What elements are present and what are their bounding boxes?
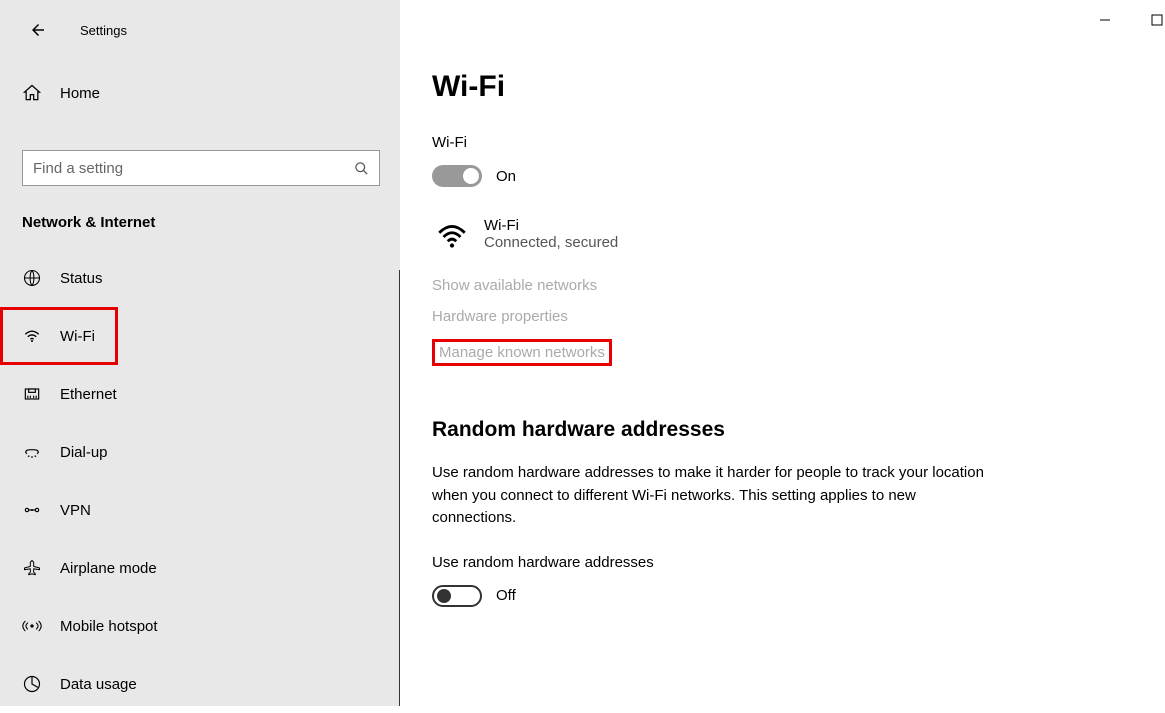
titlebar: Settings <box>0 0 400 48</box>
network-status: Connected, secured <box>484 234 618 251</box>
maximize-button[interactable] <box>1149 12 1165 28</box>
settings-sidebar: Settings Home Network & Internet Status … <box>0 0 400 706</box>
link-hardware-properties[interactable]: Hardware properties <box>432 308 1125 325</box>
vpn-icon <box>22 500 42 520</box>
random-hw-toggle-label: Use random hardware addresses <box>432 554 1125 571</box>
home-nav-item[interactable]: Home <box>0 70 400 116</box>
nav-item-status[interactable]: Status <box>0 249 400 307</box>
current-network-row[interactable]: Wi-Fi Connected, secured <box>432 217 1125 257</box>
home-icon <box>22 83 42 103</box>
search-icon <box>354 161 369 176</box>
minimize-button[interactable] <box>1097 12 1113 28</box>
globe-icon <box>22 268 42 288</box>
nav-dialup-label: Dial-up <box>60 444 108 461</box>
wifi-toggle-row: On <box>432 165 1125 187</box>
nav-ethernet-label: Ethernet <box>60 386 117 403</box>
random-hw-toggle[interactable] <box>432 585 482 607</box>
nav-item-datausage[interactable]: Data usage <box>0 655 400 713</box>
nav-wifi-label: Wi-Fi <box>60 328 95 345</box>
main-content: Wi-Fi Wi-Fi On Wi-Fi Connected, secured … <box>400 0 1165 706</box>
wifi-toggle[interactable] <box>432 165 482 187</box>
link-show-available-networks[interactable]: Show available networks <box>432 277 1125 294</box>
window-controls <box>1097 12 1165 28</box>
nav-item-hotspot[interactable]: Mobile hotspot <box>0 597 400 655</box>
back-button[interactable] <box>26 18 50 42</box>
wifi-signal-icon <box>432 217 472 257</box>
ethernet-icon <box>22 384 42 404</box>
nav-item-vpn[interactable]: VPN <box>0 481 400 539</box>
random-hw-toggle-state: Off <box>496 587 516 604</box>
arrow-left-icon <box>29 21 47 39</box>
wifi-toggle-label: Wi-Fi <box>432 134 1125 151</box>
nav-status-label: Status <box>60 270 103 287</box>
link-manage-known-networks[interactable]: Manage known networks <box>432 339 612 366</box>
dialup-icon <box>22 442 42 462</box>
nav-vpn-label: VPN <box>60 502 91 519</box>
network-name: Wi-Fi <box>484 217 618 234</box>
nav-hotspot-label: Mobile hotspot <box>60 618 158 635</box>
nav-item-wifi[interactable]: Wi-Fi <box>0 307 118 365</box>
random-hw-header: Random hardware addresses <box>432 418 1125 442</box>
nav-item-airplane[interactable]: Airplane mode <box>0 539 400 597</box>
airplane-icon <box>22 558 42 578</box>
search-input[interactable] <box>33 160 354 177</box>
data-usage-icon <box>22 674 42 694</box>
nav-item-dialup[interactable]: Dial-up <box>0 423 400 481</box>
page-title: Wi-Fi <box>432 70 1125 104</box>
category-title: Network & Internet <box>22 214 400 231</box>
nav-datausage-label: Data usage <box>60 676 137 693</box>
search-box[interactable] <box>22 150 380 186</box>
nav-list: Status Wi-Fi Ethernet Dial-up VPN Airpla… <box>0 249 400 713</box>
nav-item-ethernet[interactable]: Ethernet <box>0 365 400 423</box>
random-hw-toggle-row: Off <box>432 585 1125 607</box>
window-title: Settings <box>80 23 127 38</box>
nav-airplane-label: Airplane mode <box>60 560 157 577</box>
home-label: Home <box>60 85 100 102</box>
random-hw-description: Use random hardware addresses to make it… <box>432 462 992 530</box>
wifi-icon <box>22 326 42 346</box>
wifi-toggle-state: On <box>496 168 516 185</box>
hotspot-icon <box>22 616 42 636</box>
